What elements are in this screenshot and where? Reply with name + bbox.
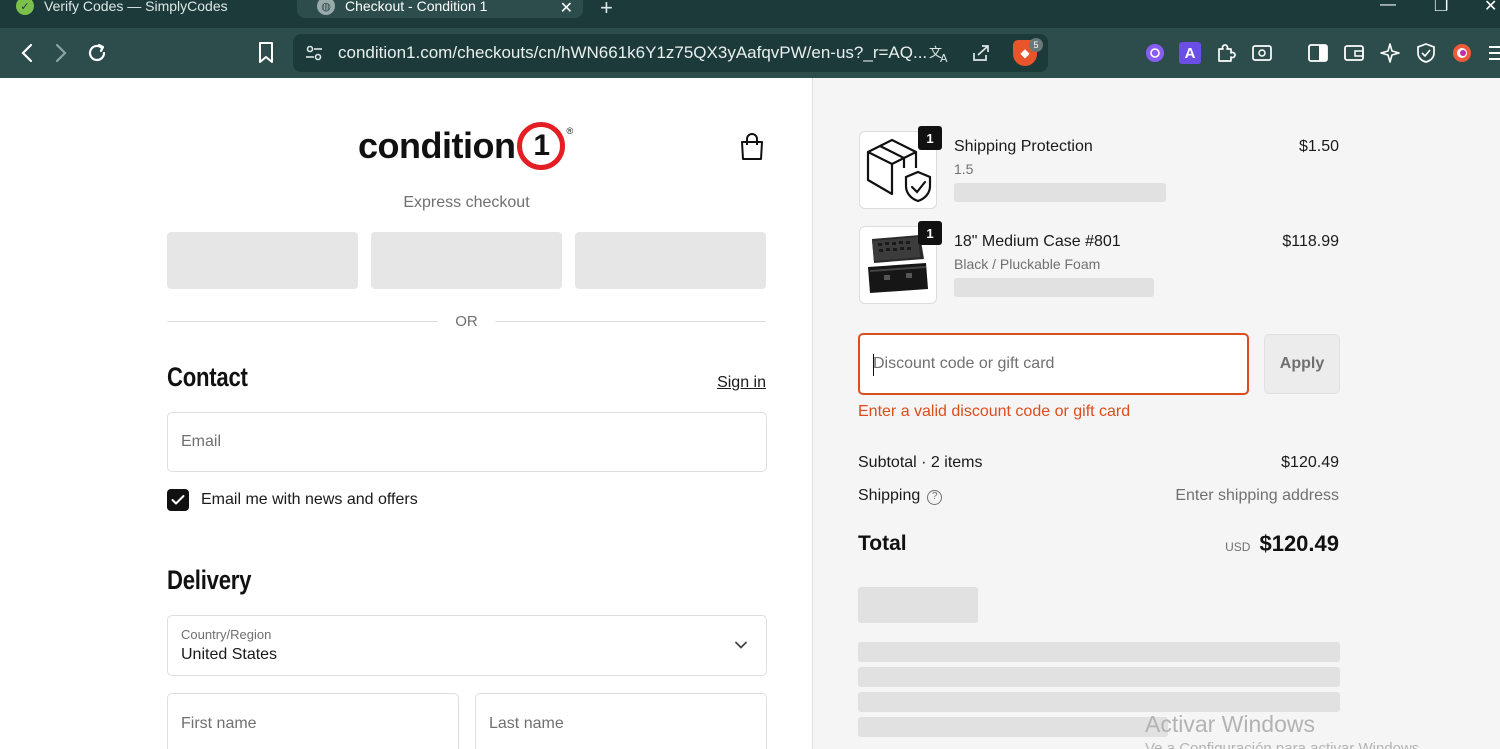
loading-placeholder [858,642,1340,662]
wallet-icon[interactable] [1343,42,1365,64]
total-label: Total [858,532,907,555]
profile-icon[interactable] [1451,42,1473,64]
or-divider: OR [167,312,766,332]
tab-title: Verify Codes — SimplyCodes [44,0,228,14]
tab-checkout[interactable]: ◍ Checkout - Condition 1 ✕ [297,0,583,18]
item-variant: Black / Pluckable Foam [954,256,1101,272]
item-variant: 1.5 [954,161,974,177]
checkmark-icon [171,495,185,505]
subtotal-value: $120.49 [1281,454,1339,471]
order-summary: 1 Shipping Protection 1.5 $1.50 1 18" Me… [812,78,1500,749]
shipping-label: Shipping [858,487,921,504]
chevron-down-icon [735,641,747,649]
logo-text: condition [358,125,516,166]
first-name-field[interactable]: First name [167,693,459,749]
condition1-logo[interactable]: condition 1 ® [358,120,573,172]
item-name: Shipping Protection [954,138,1093,155]
email-field[interactable]: Email [167,412,767,472]
svg-text:A: A [940,52,948,63]
extensions-puzzle-icon[interactable] [1215,42,1237,64]
first-name-placeholder: First name [181,715,257,732]
item-name: 18" Medium Case #801 [954,233,1121,250]
total-amount: USD $120.49 [1225,531,1339,557]
translate-icon[interactable]: 文A [929,42,951,64]
checkout-main: condition 1 ® Express checkout OR Contac… [0,78,812,749]
forward-icon[interactable] [46,38,76,68]
shopping-bag-icon[interactable] [738,132,766,162]
discount-error-message: Enter a valid discount code or gift card [858,403,1131,420]
logo-number: 1 [533,129,550,162]
loading-placeholder [858,692,1340,712]
close-tab-icon[interactable]: ✕ [560,0,573,18]
url-text[interactable]: condition1.com/checkouts/cn/hWN661k6Y1z7… [338,43,927,63]
loading-placeholder [858,667,1340,687]
country-value: United States [181,646,278,663]
windows-activation-watermark: Activar Windows [1145,711,1315,737]
subtotal-label: Subtotal · 2 items [858,454,983,471]
express-pay-button-3[interactable] [575,232,766,289]
help-icon[interactable]: ? [927,490,943,505]
restore-icon[interactable]: ❐ [1434,0,1448,16]
back-icon[interactable] [12,38,42,68]
loading-placeholder [954,183,1166,202]
apply-discount-button[interactable]: Apply [1264,334,1340,394]
tab-title: Checkout - Condition 1 [345,0,488,14]
loading-placeholder [858,587,978,623]
close-window-icon[interactable]: ✕ [1484,0,1497,16]
item-price: $118.99 [1282,233,1339,250]
vpn-shield-icon[interactable] [1415,42,1437,64]
total-currency: USD [1225,540,1251,554]
loading-placeholder [954,278,1154,297]
newsletter-checkbox[interactable] [167,489,189,511]
item-quantity-badge: 1 [918,126,942,150]
address-bar[interactable]: condition1.com/checkouts/cn/hWN661k6Y1z7… [293,34,1048,72]
tab-simplycodes[interactable]: ✓ Verify Codes — SimplyCodes [10,0,280,18]
simplycodes-favicon-icon: ✓ [16,0,34,15]
express-checkout-label: Express checkout [403,194,530,211]
item-quantity-badge: 1 [918,221,942,245]
extension-ai-icon[interactable] [1144,42,1166,64]
divider-line [495,321,766,322]
last-name-field[interactable]: Last name [475,693,767,749]
discount-code-input[interactable]: Discount code or gift card [858,333,1249,395]
logo-registered-mark: ® [566,126,573,136]
item-price: $1.50 [1298,138,1339,155]
leo-ai-icon[interactable] [1379,42,1401,64]
email-placeholder: Email [181,433,222,450]
menu-icon[interactable] [1484,42,1500,64]
delivery-heading: Delivery [167,565,252,595]
text-caret [873,354,874,376]
sidebar-toggle-icon[interactable] [1307,42,1329,64]
minimize-icon[interactable]: — [1380,0,1396,14]
newsletter-label[interactable]: Email me with news and offers [201,491,418,509]
browser-toolbar: condition1.com/checkouts/cn/hWN661k6Y1z7… [0,28,1500,78]
globe-icon: ◍ [317,0,335,15]
contact-heading: Contact [167,362,248,392]
windows-activation-subtext: Ve a Configuración para activar Windows. [1145,740,1424,749]
shipping-label-row: Shipping? [858,487,943,505]
browser-tab-bar: ✓ Verify Codes — SimplyCodes ◍ Checkout … [0,0,1500,28]
shipping-value: Enter shipping address [1175,487,1339,504]
share-icon[interactable] [970,42,992,64]
express-pay-button-2[interactable] [371,232,562,289]
discount-placeholder: Discount code or gift card [873,355,1055,372]
logo-ring: 1 [517,122,566,170]
total-value: $120.49 [1259,531,1339,556]
last-name-placeholder: Last name [489,715,564,732]
site-settings-icon[interactable] [303,42,325,64]
reload-icon[interactable] [82,38,112,68]
reader-mode-icon[interactable] [1251,42,1273,64]
sign-in-link[interactable]: Sign in [680,374,766,392]
bookmark-icon[interactable] [254,40,278,66]
extension-a-icon[interactable]: A [1179,42,1201,64]
country-select[interactable]: Country/Region United States [167,615,767,676]
new-tab-icon[interactable]: + [600,0,613,21]
shields-count-badge: 5 [1029,38,1043,52]
country-label: Country/Region [181,627,272,642]
loading-placeholder [858,717,1168,737]
express-pay-button-1[interactable] [167,232,358,289]
